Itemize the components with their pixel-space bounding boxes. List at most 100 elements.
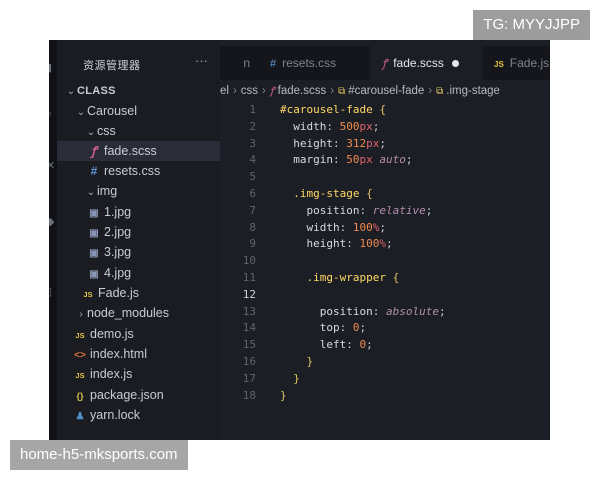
scss-file-icon: ꝭ [269, 86, 275, 97]
chevron-down-icon: ⌄ [86, 127, 96, 138]
image-file-icon: ▣ [89, 228, 99, 239]
code-line[interactable]: 2 width: 500px; [220, 119, 550, 136]
tree-item-label: index.html [90, 347, 147, 361]
tree-item-img-folder[interactable]: ⌄ img [57, 181, 220, 201]
symbol-selector-icon: ⧉ [436, 86, 444, 97]
code-line[interactable]: 13 position: absolute; [220, 304, 550, 321]
tree-item-label: css [97, 124, 116, 138]
breadcrumb-item[interactable]: fade.scss [278, 85, 327, 97]
tree-item-label: package.json [90, 388, 164, 402]
code-line[interactable]: 9 height: 100%; [220, 236, 550, 253]
watermark-bottom: home-h5-mksports.com [10, 440, 188, 470]
tab-resets-css[interactable]: # resets.css [256, 46, 370, 80]
line-number: 9 [249, 237, 256, 251]
image-file-icon: ▣ [89, 208, 99, 219]
code-line[interactable]: 3 height: 312px; [220, 136, 550, 153]
tree-item-demo-js[interactable]: JS demo.js [57, 324, 220, 344]
explorer-icon[interactable]: ▮ [49, 62, 56, 74]
line-text: #carousel-fade { [280, 103, 386, 116]
line-text: } [293, 371, 300, 385]
code-line[interactable]: 6 .img-stage { [220, 186, 550, 203]
tree-item-package-json[interactable]: {} package.json [57, 385, 220, 405]
scss-file-icon: ꝭ [91, 144, 97, 158]
line-text: position: relative; [306, 203, 433, 217]
line-text: .img-stage { [293, 186, 373, 200]
code-editor[interactable]: 1 #carousel-fade {2 width: 500px; 3 height… [220, 102, 550, 404]
tab-partial[interactable]: n [220, 46, 256, 80]
line-number: 12 [242, 287, 256, 301]
code-line[interactable]: 16 } [220, 354, 550, 371]
debug-icon[interactable]: ◆ [49, 216, 56, 228]
code-line[interactable]: 7 position: relative; [220, 203, 550, 220]
js-file-icon: JS [83, 290, 93, 299]
html-file-icon: <> [74, 350, 86, 361]
symbol-selector-icon: ⧉ [338, 86, 346, 97]
tree-item-1-jpg[interactable]: ▣ 1.jpg [57, 202, 220, 222]
tree-item-label: Carousel [87, 104, 138, 118]
yarn-file-icon: ♟ [75, 411, 85, 422]
line-text: height: 312px; [293, 136, 386, 150]
tree-item-css-folder[interactable]: ⌄ css [57, 121, 220, 141]
tree-item-node-modules[interactable]: › node_modules [57, 303, 220, 323]
tab-fade-scss[interactable]: ꝭ fade.scss [370, 46, 482, 80]
more-actions-icon[interactable]: ··· [195, 53, 208, 68]
code-line[interactable]: 11 .img-wrapper { [220, 270, 550, 287]
modified-dot-icon[interactable] [451, 60, 459, 68]
chevron-down-icon: ⌄ [86, 187, 96, 198]
tree-item-3-jpg[interactable]: ▣ 3.jpg [57, 242, 220, 262]
extensions-icon[interactable]: ▯ [49, 286, 56, 298]
code-line[interactable]: 4 margin: 50px auto; [220, 152, 550, 169]
search-icon[interactable]: ⌕ [49, 108, 56, 120]
code-line[interactable]: 15 left: 0; [220, 337, 550, 354]
line-number: 1 [249, 103, 256, 116]
line-number: 16 [242, 354, 256, 368]
css-file-icon: # [270, 58, 277, 70]
code-line[interactable]: 5 [220, 169, 550, 186]
tree-item-fade-js[interactable]: JS Fade.js [57, 283, 220, 303]
tab-label: n [243, 56, 250, 70]
tree-item-yarn-lock[interactable]: ♟ yarn.lock [57, 405, 220, 425]
line-number: 2 [249, 119, 256, 133]
line-text: width: 100%; [306, 220, 387, 234]
tree-item-fade-scss[interactable]: ꝭ fade.scss [57, 141, 220, 161]
line-number: 10 [242, 254, 256, 268]
tree-item-resets-css[interactable]: # resets.css [57, 161, 220, 181]
tree-item-class[interactable]: ⌄ CLASS [57, 80, 220, 100]
editor-area: n # resets.css ꝭ fade.scss JS Fade.js el › cs… [220, 40, 550, 440]
explorer-header: 资源管理器 ··· [57, 40, 220, 78]
line-text: margin: 50px auto; [293, 153, 413, 167]
tree-item-label: 1.jpg [104, 205, 132, 219]
code-line[interactable]: 1 #carousel-fade { [220, 102, 550, 119]
line-text: width: 500px; [293, 119, 380, 133]
code-line[interactable]: 18} [220, 388, 550, 405]
code-line[interactable]: 8 width: 100%; [220, 220, 550, 237]
tree-item-4-jpg[interactable]: ▣ 4.jpg [57, 263, 220, 283]
tree-item-index-js[interactable]: JS index.js [57, 364, 220, 384]
tree-item-carousel[interactable]: ⌄ Carousel [57, 101, 220, 121]
tree-item-2-jpg[interactable]: ▣ 2.jpg [57, 222, 220, 242]
tab-label: Fade.js [509, 56, 550, 70]
activity-bar: ▮ ⌕ ✕ ◆ ▯ [49, 40, 57, 440]
breadcrumb-item[interactable]: css [241, 85, 258, 97]
breadcrumb-item[interactable]: el [220, 85, 229, 97]
line-number: 14 [242, 321, 256, 335]
tree-item-index-html[interactable]: <> index.html [57, 344, 220, 364]
code-line[interactable]: 10 [220, 253, 550, 270]
code-line[interactable]: 17 } [220, 371, 550, 388]
code-line[interactable]: 12 [220, 287, 550, 304]
breadcrumb-item[interactable]: #carousel-fade [348, 85, 424, 97]
line-text: } [280, 388, 287, 402]
line-number: 8 [249, 220, 256, 234]
tab-fade-js[interactable]: JS Fade.js [482, 46, 550, 80]
breadcrumb-item[interactable]: .img-stage [446, 85, 500, 97]
source-control-icon[interactable]: ✕ [49, 160, 56, 172]
breadcrumb: el › css › ꝭ fade.scss › ⧉ #carousel-fade › ⧉ .img-… [220, 80, 550, 102]
tab-bar: n # resets.css ꝭ fade.scss JS Fade.js [220, 46, 550, 80]
line-number: 11 [242, 270, 256, 284]
line-number: 7 [249, 203, 256, 217]
line-number: 13 [242, 304, 256, 318]
tree-item-label: index.js [90, 367, 133, 381]
line-text: .img-wrapper { [306, 270, 400, 284]
tab-label: fade.scss [393, 56, 444, 70]
code-line[interactable]: 14 top: 0; [220, 320, 550, 337]
